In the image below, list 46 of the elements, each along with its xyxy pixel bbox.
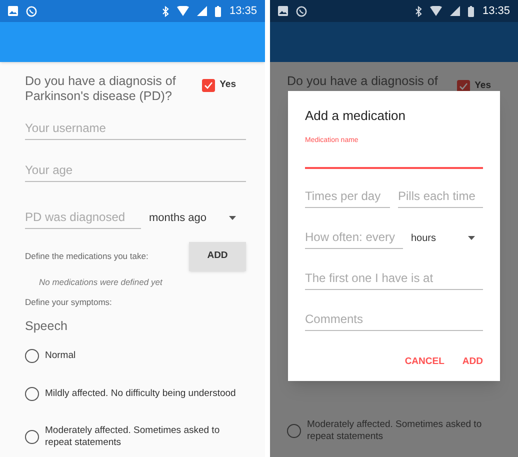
bluetooth-icon	[162, 6, 170, 16]
checkbox[interactable]	[202, 78, 215, 92]
checkbox-label: Yes	[474, 79, 491, 93]
input-field[interactable]: Times per day	[305, 186, 390, 208]
battery-icon	[215, 6, 222, 16]
signal-icon	[450, 6, 460, 16]
question-text: Do you have a diagnosis of Parkinson's disease (PD)?	[25, 74, 177, 104]
radio-label: Mildly affected. No difficulty being understood	[45, 388, 236, 400]
status-time: 13:35	[229, 4, 257, 19]
wifi-icon	[430, 6, 442, 16]
input-field[interactable]: How often: every	[305, 228, 403, 249]
status-time: 13:35	[482, 4, 510, 19]
caret-icon	[229, 216, 236, 220]
radio-button[interactable]	[287, 424, 301, 438]
wifi-icon	[177, 6, 190, 16]
radio-label: Normal	[45, 350, 76, 362]
radio-button[interactable]	[25, 430, 39, 444]
input-field[interactable]: Comments	[305, 310, 483, 331]
empty-note: No medications were defined yet	[39, 276, 164, 289]
radio-label: Moderately affected. Sometimes asked to repeat statements	[307, 419, 483, 444]
speech-heading: Speech	[25, 318, 68, 335]
add-button[interactable]: ADD	[189, 242, 246, 271]
checkbox-label: Yes	[220, 78, 236, 92]
checkbox[interactable]	[456, 80, 470, 93]
image-icon	[278, 6, 288, 16]
input-field[interactable]: Your username	[25, 119, 246, 140]
battery-icon	[468, 6, 474, 16]
radio-label: Moderately affected. Sometimes asked to repeat statements	[45, 425, 221, 450]
medications-label: Define the medications you take:	[25, 250, 148, 263]
caret-icon	[468, 236, 475, 240]
input-field[interactable]: Your age	[25, 161, 246, 182]
interval-dropdown[interactable]: hours	[411, 230, 483, 249]
chat-icon	[296, 6, 307, 16]
chat-icon	[26, 6, 37, 16]
bluetooth-icon	[415, 6, 422, 16]
radio-button[interactable]	[25, 387, 39, 402]
question-text: Do you have a diagnosis of	[287, 74, 438, 89]
input-field[interactable]: The first one I have is at	[305, 268, 483, 290]
dialog-title: Add a medication	[305, 107, 406, 126]
image-icon	[8, 6, 18, 16]
symptoms-label: Define your symptoms:	[25, 296, 113, 308]
signal-icon	[197, 6, 208, 16]
input-field[interactable]: PD was diagnosed	[25, 208, 141, 229]
input-field[interactable]: Pills each time	[398, 186, 483, 208]
radio-button[interactable]	[25, 349, 39, 364]
unit-dropdown[interactable]: months ago	[149, 210, 246, 229]
